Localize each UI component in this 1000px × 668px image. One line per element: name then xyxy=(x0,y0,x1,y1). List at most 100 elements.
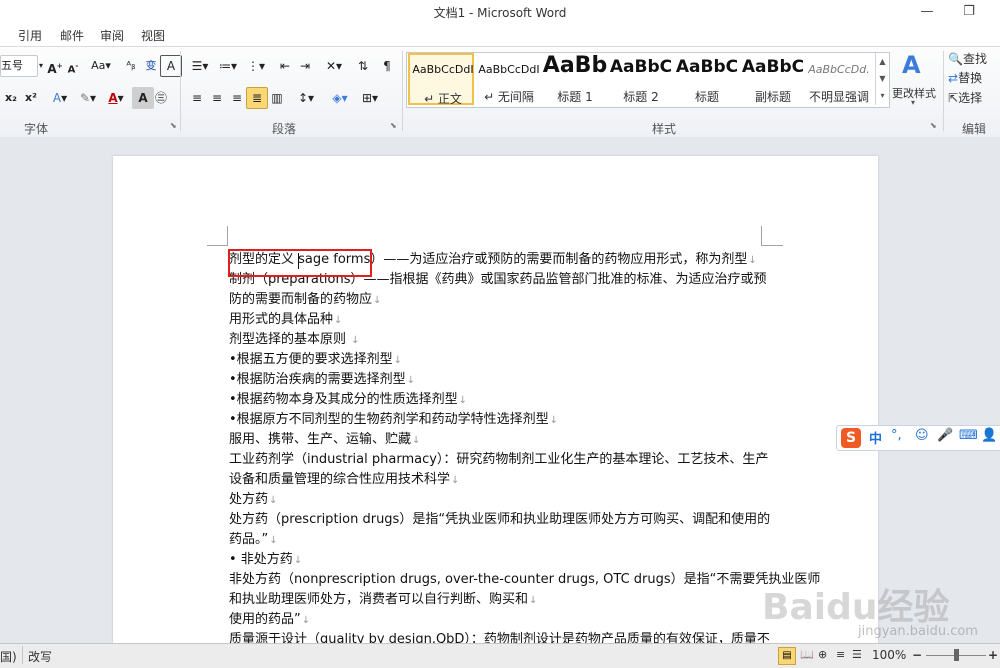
group-divider xyxy=(402,51,403,131)
restore-button[interactable]: ❐ xyxy=(956,2,982,22)
shading-icon[interactable]: ◈▾ xyxy=(326,87,354,109)
phonetic-guide-icon[interactable]: 变 xyxy=(140,55,162,77)
justify-icon[interactable]: ≣ xyxy=(246,87,268,109)
font-size-select[interactable]: 五号 xyxy=(0,55,38,77)
title-bar: 文档1 - Microsoft Word — ❐ xyxy=(0,0,1000,24)
paragraph-mark-icon: ↓ xyxy=(269,495,278,506)
style-subtle-emphasis[interactable]: AaBbCcDd. 不明显强调 xyxy=(806,53,872,105)
draft-view-icon[interactable]: ☰ xyxy=(852,648,862,661)
paragraph-mark-icon: ↓ xyxy=(529,595,538,606)
document-area: 剂型的定义 sage forms）——为适应治疗或预防的需要而制备的药物应用形式… xyxy=(0,137,1000,647)
distributed-icon[interactable]: ▥ xyxy=(266,87,288,109)
numbering-icon[interactable]: ≔▾ xyxy=(214,55,242,77)
tab-view[interactable]: 视图 xyxy=(141,27,165,44)
style-preview: AaBbC xyxy=(741,57,805,77)
doc-line-15: 药品。”↓ xyxy=(229,530,278,551)
style-heading-2[interactable]: AaBbC 标题 2 xyxy=(608,53,674,105)
style-subtitle[interactable]: AaBbC 副标题 xyxy=(740,53,806,105)
shrink-font-icon[interactable]: A- xyxy=(62,55,84,77)
style-no-spacing[interactable]: AaBbCcDdI ↵ 无间隔 xyxy=(476,53,542,105)
doc-line-13: 处方药↓ xyxy=(229,490,277,511)
borders-icon[interactable]: ⊞▾ xyxy=(356,87,384,109)
minimize-button[interactable]: — xyxy=(914,2,940,22)
line-text: 服用、携带、生产、运输、贮藏 xyxy=(229,432,412,447)
style-title[interactable]: AaBbC 标题 xyxy=(674,53,740,105)
style-name: 标题 1 xyxy=(557,90,593,104)
find-button[interactable]: 🔍查找 xyxy=(948,50,987,67)
show-marks-icon[interactable]: ¶ xyxy=(376,55,398,77)
multilevel-list-icon[interactable]: ⋮▾ xyxy=(242,55,270,77)
status-language[interactable]: 国) xyxy=(0,648,17,665)
crop-mark xyxy=(761,245,783,246)
microphone-icon[interactable]: 🎤 xyxy=(937,428,953,443)
sogou-logo-icon[interactable]: S xyxy=(841,428,861,448)
highlight-box xyxy=(228,249,372,277)
paragraph-dialog-launcher-icon[interactable]: ⬊ xyxy=(390,121,397,130)
sort-icon[interactable]: ⇅ xyxy=(352,55,374,77)
outline-view-icon[interactable]: ≡ xyxy=(836,648,845,661)
paragraph-mark-icon: ↓ xyxy=(451,475,460,486)
overtype-indicator[interactable]: 改写 xyxy=(28,648,52,665)
line-text: • 非处方药 xyxy=(229,552,293,567)
zoom-out-icon[interactable]: − xyxy=(912,648,922,662)
doc-line-4: 用形式的具体品种↓ xyxy=(229,310,342,331)
bullets-icon[interactable]: ☰▾ xyxy=(186,55,214,77)
style-name: 副标题 xyxy=(754,90,791,104)
ime-toolbar[interactable]: S 中 °, ☺ 🎤 ⌨ 👤 xyxy=(836,425,1000,451)
select-button[interactable]: ⇱选择 xyxy=(948,89,982,106)
change-case-icon[interactable]: Aa▾ xyxy=(88,55,114,77)
styles-group-label: 样式 xyxy=(652,122,677,136)
align-center-icon[interactable]: ≡ xyxy=(206,87,228,109)
tab-review[interactable]: 审阅 xyxy=(100,27,124,44)
replace-button[interactable]: ⇄替换 xyxy=(948,69,982,86)
full-screen-reading-icon[interactable]: 📖 xyxy=(800,648,814,661)
font-color-icon[interactable]: A▾ xyxy=(102,87,130,109)
print-layout-icon[interactable]: ▤ xyxy=(778,647,796,665)
zoom-level[interactable]: 100% xyxy=(872,648,906,662)
doc-line-3: 防的需要而制备的药物应↓ xyxy=(229,290,381,311)
crop-mark xyxy=(207,245,227,246)
line-text: 药品。” xyxy=(229,532,269,547)
doc-line-19: 使用的药品”↓ xyxy=(229,610,310,631)
character-border-icon[interactable]: A xyxy=(160,55,182,77)
zoom-slider-thumb[interactable] xyxy=(954,649,959,661)
paragraph-mark-icon: ↓ xyxy=(393,355,403,366)
document-page[interactable]: 剂型的定义 sage forms）——为适应治疗或预防的需要而制备的药物应用形式… xyxy=(113,156,878,647)
doc-line-9: •根据原方不同剂型的生物药剂学和药动学特性选择剂型↓ xyxy=(229,410,558,431)
align-left-icon[interactable]: ≡ xyxy=(186,87,208,109)
style-normal[interactable]: AaBbCcDdI ↵ 正文 xyxy=(408,53,474,106)
increase-indent-icon[interactable]: ⇥ xyxy=(294,55,316,77)
web-layout-icon[interactable]: ⊕ xyxy=(818,648,827,661)
chinese-layout-icon[interactable]: ✕▾ xyxy=(320,55,348,77)
style-preview: AaBbC xyxy=(675,57,739,77)
enclose-characters-icon[interactable]: ㊂ xyxy=(150,87,172,109)
text-effects-icon[interactable]: A▾ xyxy=(46,87,74,109)
clear-format-icon[interactable]: ᴬᵦ xyxy=(120,55,142,77)
line-text: 工业药剂学（industrial pharmacy）：研究药物制剂工业化生产的基… xyxy=(229,452,769,467)
align-right-icon[interactable]: ≡ xyxy=(226,87,248,109)
highlight-icon[interactable]: ✎▾ xyxy=(74,87,102,109)
emoji-icon[interactable]: ☺ xyxy=(915,428,929,443)
ime-mode-toggle[interactable]: 中 xyxy=(869,428,882,447)
styles-dialog-launcher-icon[interactable]: ⬊ xyxy=(930,121,937,130)
group-divider xyxy=(180,51,181,131)
subscript-icon[interactable]: x₂ xyxy=(0,87,22,109)
tab-references[interactable]: 引用 xyxy=(18,27,42,44)
change-styles-button[interactable]: A 更改样式 ▾ xyxy=(892,51,938,111)
line-text: 使用的药品” xyxy=(229,612,301,627)
decrease-indent-icon[interactable]: ⇤ xyxy=(274,55,296,77)
tab-mailings[interactable]: 邮件 xyxy=(60,27,84,44)
style-heading-1[interactable]: AaBb 标题 1 xyxy=(542,53,608,105)
zoom-in-icon[interactable]: + xyxy=(988,648,998,662)
font-dialog-launcher-icon[interactable]: ⬊ xyxy=(170,121,177,130)
keyboard-icon[interactable]: ⌨ xyxy=(959,428,978,443)
line-text: •根据防治疾病的需要选择剂型 xyxy=(229,372,406,387)
select-label: 选择 xyxy=(958,91,983,105)
gallery-scroll[interactable]: ▲ ▼ ▾ xyxy=(875,53,889,105)
ime-punct-toggle[interactable]: °, xyxy=(891,428,902,443)
paragraph-mark-icon: ↓ xyxy=(412,435,421,446)
superscript-icon[interactable]: x² xyxy=(20,87,42,109)
ribbon: 五号 ▾ A+ A- Aa▾ ᴬᵦ 变 A x₂ x² A▾ ✎▾ A▾ A ㊂… xyxy=(0,46,1000,138)
line-spacing-icon[interactable]: ↕▾ xyxy=(292,87,320,109)
user-icon[interactable]: 👤 xyxy=(981,428,997,443)
